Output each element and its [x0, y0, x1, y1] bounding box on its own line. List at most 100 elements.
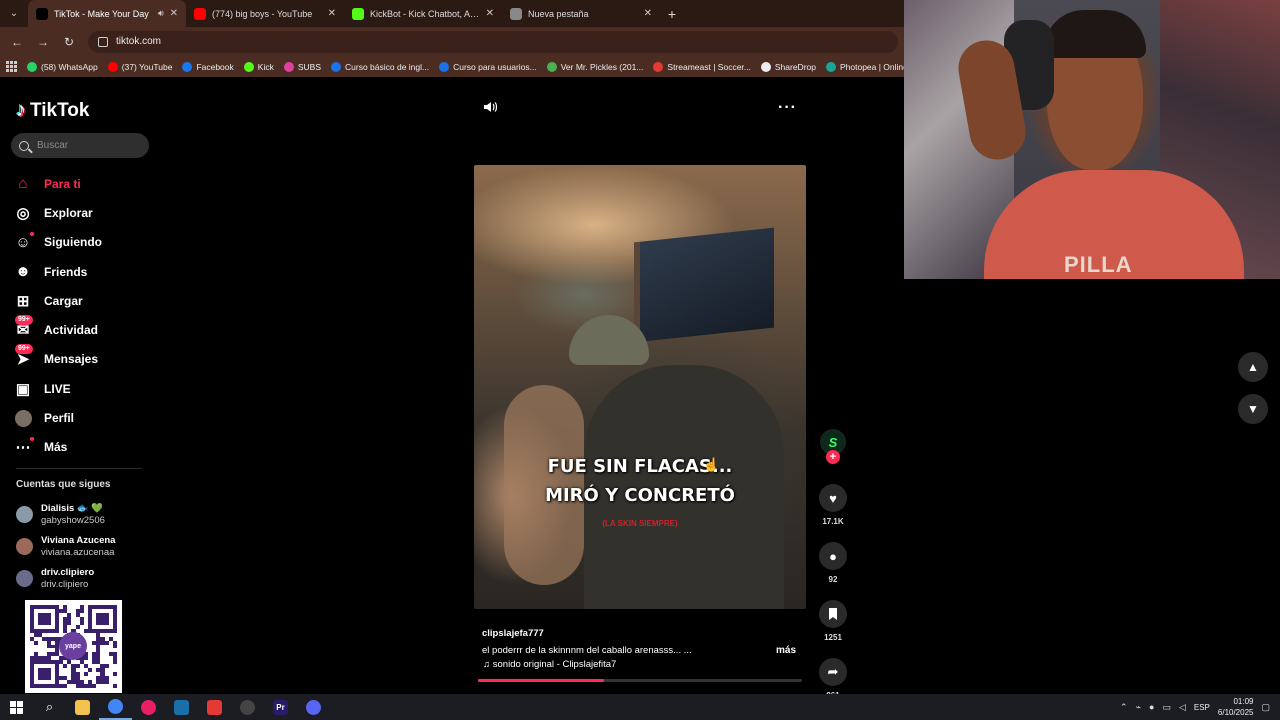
- back-button[interactable]: ←: [6, 31, 28, 53]
- start-button[interactable]: [0, 694, 33, 720]
- new-tab-button[interactable]: +: [660, 0, 684, 27]
- chrome-icon[interactable]: [99, 694, 132, 720]
- bookmark-item[interactable]: ShareDrop: [760, 61, 816, 72]
- webcam-overlay: PILLA: [904, 0, 1280, 279]
- media-player-glyph: [141, 699, 156, 715]
- sidebar-item-label: Mensajes: [44, 352, 99, 367]
- steam-icon[interactable]: [165, 694, 198, 720]
- close-tab-icon[interactable]: ✕: [328, 8, 336, 19]
- sidebar-item-actividad[interactable]: ✉ 99+ Actividad: [14, 315, 164, 344]
- bookmark-item[interactable]: Facebook: [182, 61, 234, 72]
- clock[interactable]: 01:09 6/10/2025: [1218, 696, 1254, 718]
- sidebar-item-live[interactable]: ▣ LIVE: [14, 374, 164, 403]
- bookmark-item[interactable]: SUBS: [283, 61, 321, 72]
- more-options-button[interactable]: ···: [778, 99, 797, 117]
- obs-icon[interactable]: [231, 694, 264, 720]
- bookmark-item[interactable]: Ver Mr. Pickles (201...: [546, 61, 643, 72]
- volume-icon[interactable]: [482, 99, 498, 115]
- following-account[interactable]: Viviana Azucena viviana.azucenaa: [16, 530, 115, 562]
- yape-qr-code: yape: [25, 600, 122, 693]
- notifications-icon[interactable]: ▢: [1261, 702, 1270, 713]
- sidebar-item-m-s[interactable]: ⋯ Más: [14, 433, 164, 462]
- messages-icon: ➤ 99+: [14, 344, 33, 368]
- following-account[interactable]: driv.clipiero driv.clipiero: [16, 562, 115, 594]
- browser-tab[interactable]: Nueva pestaña ✕: [502, 0, 660, 27]
- display-icon[interactable]: ▭: [1162, 702, 1171, 713]
- follow-button[interactable]: +: [826, 450, 840, 464]
- tab-audio-icon[interactable]: 🔊︎: [158, 8, 164, 19]
- sidebar-item-cargar[interactable]: ⊞ Cargar: [14, 286, 164, 315]
- file-explorer-icon[interactable]: [66, 694, 99, 720]
- bookmark-item[interactable]: (37) YouTube: [107, 61, 172, 72]
- yape-logo: yape: [59, 632, 87, 660]
- search-input[interactable]: Buscar: [11, 133, 149, 158]
- bookmark-item[interactable]: Photopea | Online P...: [825, 61, 904, 72]
- close-tab-icon[interactable]: ✕: [170, 8, 178, 19]
- video-editor-icon[interactable]: [198, 694, 231, 720]
- forward-button[interactable]: →: [32, 31, 54, 53]
- reload-button[interactable]: ↻: [58, 31, 80, 53]
- sidebar-item-friends[interactable]: ☻ Friends: [14, 257, 164, 286]
- bookmark-item[interactable]: Curso para usuarios...: [439, 61, 537, 72]
- discord-icon[interactable]: [297, 694, 330, 720]
- activity-icon: ✉ 99+: [14, 315, 33, 339]
- sidebar-divider: [16, 468, 142, 469]
- pickles-icon: [546, 61, 557, 72]
- bookmark-item[interactable]: (58) WhatsApp: [27, 61, 98, 72]
- input-language[interactable]: ESP: [1194, 703, 1210, 712]
- browser-tab[interactable]: (774) big boys - YouTube ✕: [186, 0, 344, 27]
- more-icon: ⋯: [14, 437, 34, 456]
- account-name: Dialisis 🐟 💚: [41, 502, 104, 514]
- close-tab-icon[interactable]: ✕: [644, 8, 652, 19]
- media-player-icon[interactable]: [132, 694, 165, 720]
- apps-grid-icon[interactable]: [6, 61, 17, 72]
- sidebar-item-explorar[interactable]: ◎ Explorar: [14, 198, 164, 227]
- sidebar-item-para-ti[interactable]: ⌂ Para ti: [14, 169, 164, 198]
- comment-button[interactable]: ●: [819, 542, 847, 570]
- sidebar-item-label: LIVE: [44, 381, 71, 396]
- unread-dot: [30, 437, 34, 442]
- site-info-icon[interactable]: [98, 36, 108, 47]
- network-icon[interactable]: ⌁: [1136, 702, 1141, 713]
- video-player[interactable]: FUE SIN FLACAS... MIRÓ Y CONCRETÓ (LA SK…: [474, 165, 806, 609]
- browser-tab[interactable]: KickBot - Kick Chatbot, Alerts, T ✕: [344, 0, 502, 27]
- volume-tray-icon[interactable]: ◁: [1179, 702, 1186, 713]
- video-author[interactable]: clipslajefa777: [482, 628, 544, 639]
- sidebar-item-label: Explorar: [44, 205, 93, 220]
- sidebar-item-perfil[interactable]: Perfil: [14, 403, 164, 432]
- like-button[interactable]: ♥: [819, 484, 847, 512]
- save-button[interactable]: [819, 600, 847, 628]
- tray-overflow-icon[interactable]: ⌃: [1120, 702, 1128, 713]
- microphone-icon[interactable]: ●: [1149, 702, 1154, 712]
- address-bar[interactable]: tiktok.com: [88, 30, 898, 53]
- description-more-link[interactable]: más: [776, 645, 796, 656]
- sidebar-item-siguiendo[interactable]: ☺ Siguiendo: [14, 228, 164, 257]
- bookmarks-bar: (58) WhatsApp (37) YouTube Facebook Kick SUB…: [0, 56, 904, 77]
- video-progress-fill: [478, 679, 605, 682]
- tiktok-logo-text: TikTok: [30, 99, 90, 121]
- video-description: el poderrr de la skinnnm del caballo are…: [482, 645, 692, 656]
- browser-tab[interactable]: TikTok - Make Your Day 🔊︎ ✕: [28, 0, 186, 27]
- video-progress-bar[interactable]: [478, 679, 802, 682]
- tiktok-logo[interactable]: ♪ TikTok: [16, 99, 89, 122]
- tab-search-button[interactable]: ⌄: [0, 0, 28, 27]
- bookmark-label: Curso básico de ingl...: [345, 61, 430, 72]
- next-video-button[interactable]: ▼: [1238, 394, 1268, 424]
- account-name: driv.clipiero: [41, 566, 95, 578]
- video-headline-line2: MIRÓ Y CONCRETÓ: [545, 485, 735, 506]
- bookmark-item[interactable]: Kick: [243, 61, 274, 72]
- bookmark-item[interactable]: Curso básico de ingl...: [331, 61, 430, 72]
- premiere-icon[interactable]: Pr: [264, 694, 297, 720]
- sidebar-item-mensajes[interactable]: ➤ 99+ Mensajes: [14, 344, 164, 374]
- video-background-window: [634, 227, 774, 343]
- close-tab-icon[interactable]: ✕: [486, 8, 494, 19]
- video-sound[interactable]: ♫ sonido original - Clipslajefita7: [483, 659, 616, 670]
- share-button[interactable]: ➦: [819, 658, 847, 686]
- chevron-up-icon: ▲: [1247, 360, 1259, 374]
- search-icon[interactable]: ⌕: [33, 694, 66, 720]
- bookmark-item[interactable]: Streameast | Soccer...: [653, 61, 751, 72]
- previous-video-button[interactable]: ▲: [1238, 352, 1268, 382]
- windows-taskbar: ⌕ Pr ⌃ ⌁ ● ▭ ◁ ESP 01:09 6/10/2025 ▢: [0, 694, 1280, 720]
- steam-glyph: [174, 699, 189, 715]
- following-account[interactable]: Dialisis 🐟 💚 gabyshow2506: [16, 498, 115, 530]
